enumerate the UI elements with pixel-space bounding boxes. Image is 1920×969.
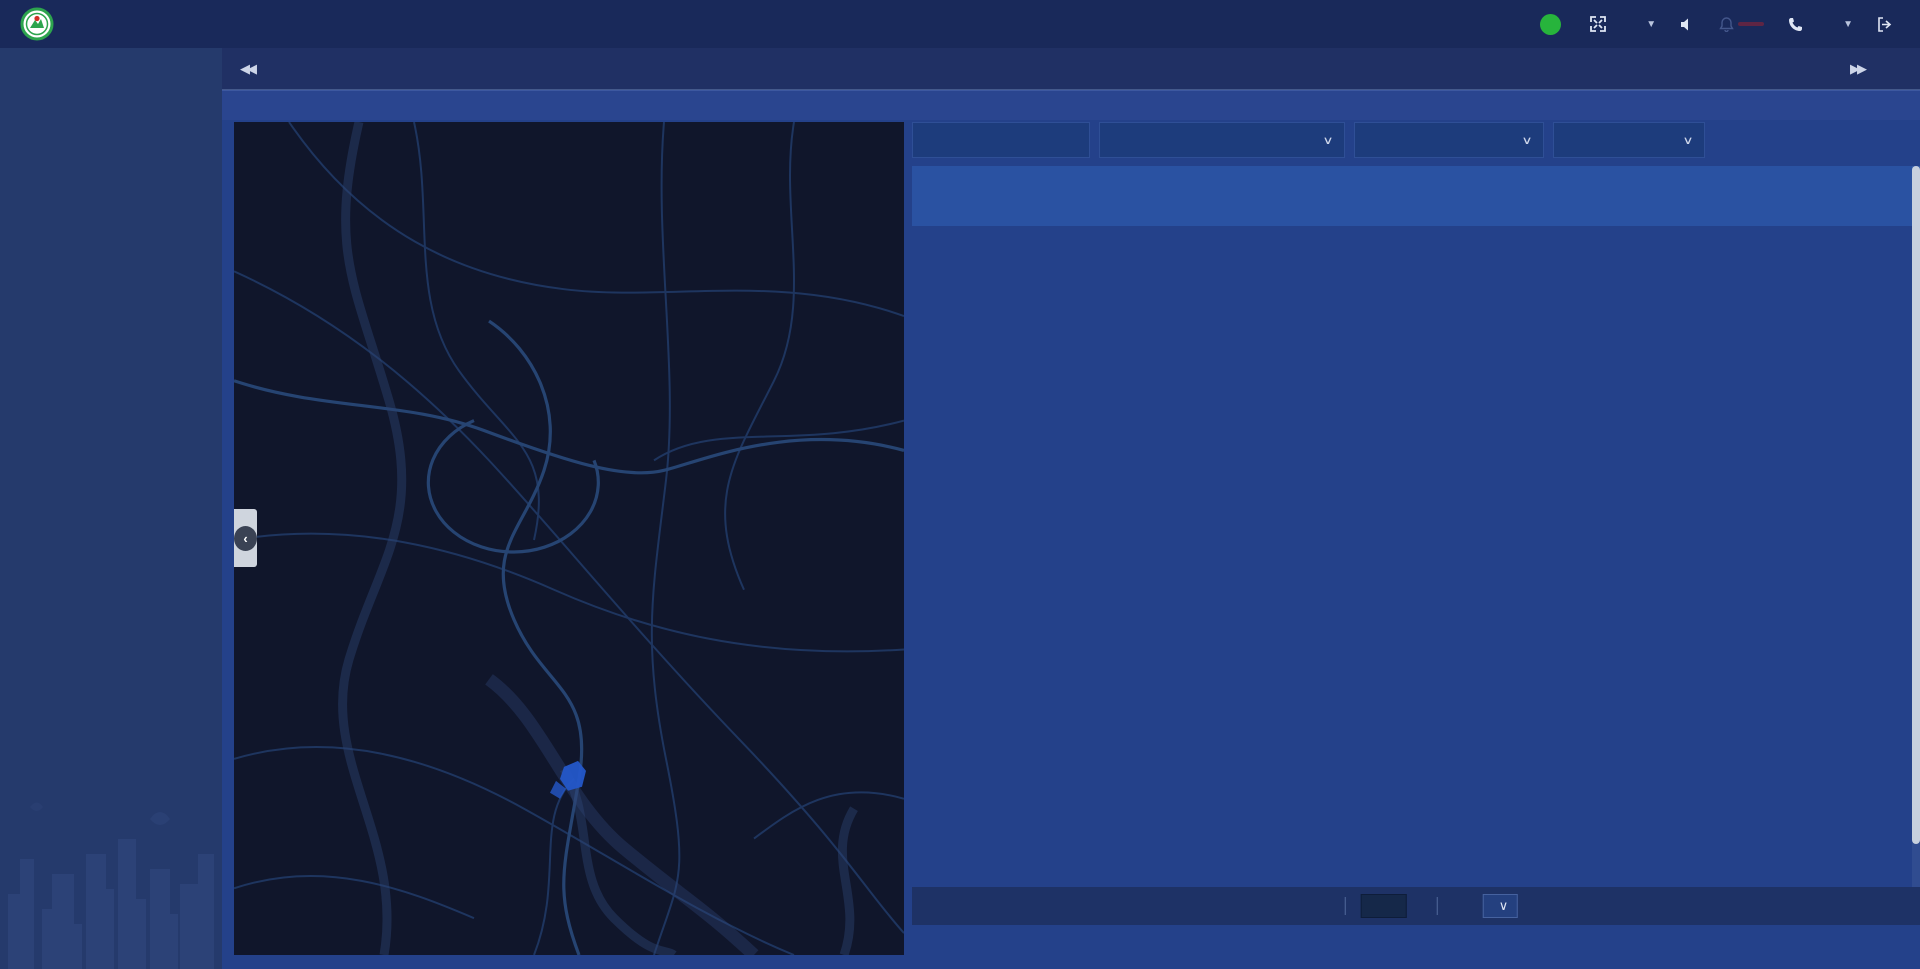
right-panel: ∨ ∨ ∨: [912, 122, 1920, 925]
tab-bar: ◀◀ ▶▶: [222, 48, 1920, 90]
chevron-down-icon: ∨: [1499, 898, 1509, 914]
table-scrollbar[interactable]: [1912, 166, 1920, 887]
app-logo-icon: [20, 7, 54, 41]
name-filter-input[interactable]: [912, 122, 1090, 158]
org-dropdown[interactable]: ▼: [1834, 19, 1853, 30]
record-range-label: [1896, 898, 1904, 914]
fullscreen-button[interactable]: [1590, 16, 1613, 32]
bell-icon: [1719, 16, 1734, 32]
divider: [1345, 897, 1346, 915]
filter-bar: ∨ ∨ ∨: [912, 122, 1920, 158]
map-collapse-handle[interactable]: ‹: [234, 509, 257, 567]
chevron-down-icon: ∨: [1322, 134, 1333, 147]
industry-filter-select[interactable]: ∨: [1354, 122, 1544, 158]
stats-bar: [222, 90, 1920, 120]
temperature-badge: [1540, 14, 1561, 35]
page-size-select[interactable]: ∨: [1483, 894, 1518, 918]
mute-button[interactable]: [1680, 17, 1695, 32]
main-area: ‹ ∨ ∨ ∨: [222, 120, 1920, 969]
map-panel[interactable]: ‹: [234, 122, 904, 955]
logout-button[interactable]: [1877, 17, 1900, 32]
chevron-down-icon: ▼: [1646, 19, 1656, 30]
speaker-icon: [1680, 17, 1695, 32]
phone-icon: [1788, 17, 1803, 32]
page-number-input[interactable]: [1361, 894, 1407, 918]
chevron-down-icon: ▼: [1843, 19, 1853, 30]
notification-count-badge: [1738, 22, 1764, 26]
pagination-bar: ∨: [912, 887, 1920, 925]
map-roads: [234, 122, 904, 955]
top-header: ▼ ▼: [0, 0, 1920, 48]
enterprise-table: [912, 166, 1920, 887]
chevron-left-icon: ‹: [234, 526, 257, 551]
help-button[interactable]: [1788, 17, 1810, 32]
notifications[interactable]: [1719, 16, 1764, 32]
divider: [1437, 897, 1438, 915]
chevron-down-icon: ∨: [1682, 134, 1693, 147]
fullscreen-icon: [1590, 16, 1606, 32]
content-area: ◀◀ ▶▶: [222, 48, 1920, 969]
chevron-down-icon: ∨: [1521, 134, 1532, 147]
table-header: [912, 166, 1920, 226]
sidebar: [0, 48, 222, 969]
table-body: [912, 226, 1920, 887]
theme-dropdown[interactable]: ▼: [1637, 19, 1656, 30]
exit-icon: [1877, 17, 1893, 32]
status-filter-select[interactable]: ∨: [1553, 122, 1705, 158]
tabs-scroll-left-button[interactable]: ◀◀: [222, 48, 272, 89]
temperature-indicator: [1540, 14, 1566, 35]
region-filter-select[interactable]: ∨: [1099, 122, 1345, 158]
skyline-decoration: [0, 799, 222, 969]
tabs-scroll-right-button[interactable]: ▶▶: [1850, 61, 1864, 77]
